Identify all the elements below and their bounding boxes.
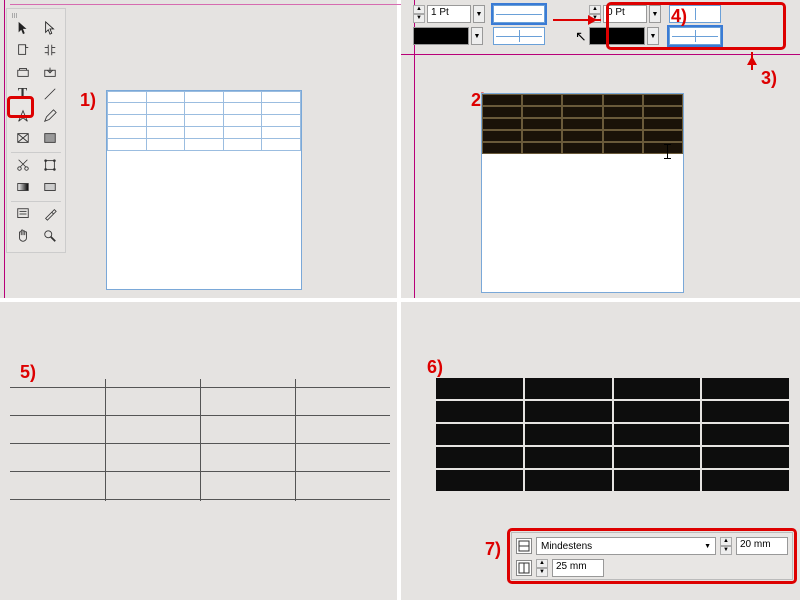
content-collector-tool[interactable] <box>10 62 35 82</box>
toolbox-separator <box>11 152 61 153</box>
step-7-label: 7) <box>485 539 501 560</box>
panel-step-1: T 1) <box>0 0 397 298</box>
stroke-style-dropdown[interactable]: ▼ <box>471 27 483 45</box>
stroke-weight-field[interactable]: 1 Pt <box>427 5 471 23</box>
highlight-type-tool <box>7 96 34 118</box>
stroke-weight-spinner[interactable]: ▲▼ <box>413 5 425 23</box>
note-tool[interactable] <box>10 204 35 224</box>
table-light[interactable] <box>107 91 301 151</box>
gradient-swatch-tool[interactable] <box>10 177 35 197</box>
direct-selection-tool[interactable] <box>37 18 62 38</box>
annotation-arrow-up <box>751 52 753 70</box>
annotation-arrow <box>553 19 601 21</box>
table-selected[interactable] <box>482 94 683 154</box>
step-5-label: 5) <box>20 362 36 383</box>
stroke-weight-group-left: ▲▼ 1 Pt ▼ ▼ <box>413 5 485 51</box>
text-cursor-icon <box>664 144 671 159</box>
stroke-weight-dropdown[interactable]: ▼ <box>473 5 485 23</box>
margin-guide <box>401 54 800 55</box>
step-4-label: 4) <box>671 6 687 27</box>
margin-guide <box>10 4 401 5</box>
text-frame[interactable] <box>481 93 684 293</box>
pencil-tool[interactable] <box>37 106 62 126</box>
hand-tool[interactable] <box>10 226 35 246</box>
zoom-tool[interactable] <box>37 226 62 246</box>
stroke-style-swatch[interactable] <box>413 27 469 45</box>
rectangle-tool[interactable] <box>37 128 62 148</box>
line-tool[interactable] <box>37 84 62 104</box>
eyedropper-tool[interactable] <box>37 204 62 224</box>
step-6-label: 6) <box>427 357 443 378</box>
cursor-icon: ↖ <box>575 28 587 45</box>
panel-step-5: 5) <box>0 302 397 600</box>
border-selector-outer[interactable] <box>493 5 545 23</box>
toolbox-separator <box>11 201 61 202</box>
step-3-label: 3) <box>761 68 777 89</box>
text-frame[interactable] <box>106 90 302 290</box>
rectangle-frame-tool[interactable] <box>10 128 35 148</box>
page-tool[interactable] <box>10 40 35 60</box>
free-transform-tool[interactable] <box>37 155 62 175</box>
selection-tool[interactable] <box>10 18 35 38</box>
gap-tool[interactable] <box>37 40 62 60</box>
indesign-toolbox: T <box>6 8 66 253</box>
highlight-row-height-panel <box>507 528 797 584</box>
border-selector-group-left <box>493 5 545 51</box>
step-1-label: 1) <box>80 90 96 111</box>
gradient-feather-tool[interactable] <box>37 177 62 197</box>
content-placer-tool[interactable] <box>37 62 62 82</box>
table-selected-wide[interactable] <box>436 378 789 493</box>
highlight-stroke-zero <box>606 2 786 50</box>
scissors-tool[interactable] <box>10 155 35 175</box>
panel-step-6-7: 6) 7) Mindestens▼ ▲▼ 20 mm ▲▼ 25 mm <box>401 302 800 600</box>
panel-step-2-3-4: ▲▼ 1 Pt ▼ ▼ ▲▼ 0 Pt ▼ ▼ <box>401 0 800 298</box>
margin-guide-vertical <box>4 0 5 298</box>
border-selector-inner[interactable] <box>493 27 545 45</box>
